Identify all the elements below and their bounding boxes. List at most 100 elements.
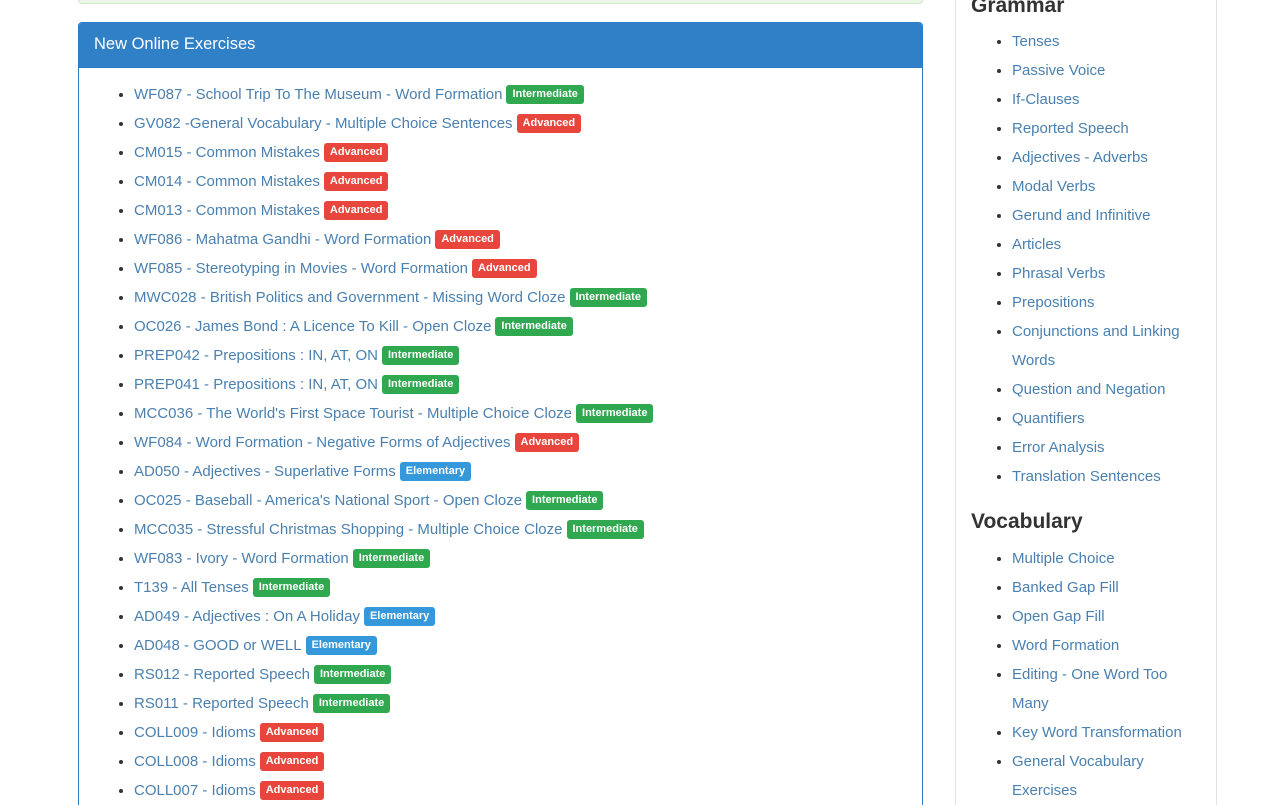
list-item: MCC035 - Stressful Christmas Shopping - … [134, 515, 907, 544]
list-item: Prepositions [1012, 288, 1201, 317]
sidebar-item-editing-one-word-too-many[interactable]: Editing - One Word Too Many [1012, 666, 1167, 712]
list-item: AD048 - GOOD or WELLElementary [134, 631, 907, 660]
exercise-link[interactable]: CM014 - Common Mistakes [134, 173, 320, 190]
level-badge: Advanced [324, 143, 389, 162]
sidebar-item-word-formation[interactable]: Word Formation [1012, 637, 1119, 654]
sidebar-item-banked-gap-fill[interactable]: Banked Gap Fill [1012, 579, 1119, 596]
level-badge: Intermediate [313, 694, 390, 713]
sidebar-item-question-and-negation[interactable]: Question and Negation [1012, 381, 1165, 398]
list-item: Open Gap Fill [1012, 602, 1201, 631]
list-item: Multiple Choice [1012, 544, 1201, 573]
list-item: T139 - All TensesIntermediate [134, 573, 907, 602]
list-item: Gerund and Infinitive [1012, 201, 1201, 230]
level-badge: Advanced [324, 172, 389, 191]
level-badge: Advanced [260, 752, 325, 771]
list-item: Word Formation [1012, 631, 1201, 660]
sidebar: Grammar Tenses Passive Voice If-Clauses Repo… [955, 0, 1217, 805]
exercise-link[interactable]: COLL009 - Idioms [134, 724, 256, 741]
exercise-link[interactable]: CM015 - Common Mistakes [134, 144, 320, 161]
level-badge: Intermediate [314, 665, 391, 684]
sidebar-item-key-word-transformation[interactable]: Key Word Transformation [1012, 724, 1182, 741]
sidebar-item-general-vocabulary-exercises[interactable]: General Vocabulary Exercises [1012, 753, 1144, 799]
level-badge: Intermediate [495, 317, 572, 336]
panel-header: New Online Exercises [79, 23, 922, 68]
sidebar-item-reported-speech[interactable]: Reported Speech [1012, 120, 1129, 137]
level-badge: Advanced [515, 433, 580, 452]
previous-panel-bottom-edge [78, 0, 923, 4]
sidebar-item-conjunctions-and-linking-words[interactable]: Conjunctions and Linking Words [1012, 323, 1180, 369]
sidebar-item-tenses[interactable]: Tenses [1012, 33, 1060, 50]
list-item: WF087 - School Trip To The Museum - Word… [134, 80, 907, 109]
exercise-link[interactable]: PREP042 - Prepositions : IN, AT, ON [134, 347, 378, 364]
exercise-list: WF087 - School Trip To The Museum - Word… [94, 80, 907, 805]
exercise-link[interactable]: RS011 - Reported Speech [134, 695, 309, 712]
sidebar-item-error-analysis[interactable]: Error Analysis [1012, 439, 1105, 456]
exercise-link[interactable]: WF083 - Ivory - Word Formation [134, 550, 349, 567]
sidebar-item-gerund-and-infinitive[interactable]: Gerund and Infinitive [1012, 207, 1150, 224]
level-badge: Advanced [517, 114, 582, 133]
list-item: MWC028 - British Politics and Government… [134, 283, 907, 312]
sidebar-item-passive-voice[interactable]: Passive Voice [1012, 62, 1105, 79]
sidebar-item-translation-sentences[interactable]: Translation Sentences [1012, 468, 1161, 485]
exercise-link[interactable]: COLL008 - Idioms [134, 753, 256, 770]
exercise-link[interactable]: T139 - All Tenses [134, 579, 249, 596]
sidebar-item-prepositions[interactable]: Prepositions [1012, 294, 1095, 311]
list-item: Tenses [1012, 27, 1201, 56]
level-badge: Intermediate [253, 578, 330, 597]
level-badge: Intermediate [570, 288, 647, 307]
exercise-link[interactable]: OC025 - Baseball - America's National Sp… [134, 492, 522, 509]
list-item: Phrasal Verbs [1012, 259, 1201, 288]
exercise-link[interactable]: MWC028 - British Politics and Government… [134, 289, 566, 306]
exercise-link[interactable]: AD048 - GOOD or WELL [134, 637, 302, 654]
exercise-link[interactable]: GV082 -General Vocabulary - Multiple Cho… [134, 115, 513, 132]
exercise-link[interactable]: MCC036 - The World's First Space Tourist… [134, 405, 572, 422]
sidebar-item-modal-verbs[interactable]: Modal Verbs [1012, 178, 1095, 195]
categories-panel: Grammar Tenses Passive Voice If-Clauses Repo… [955, 0, 1217, 805]
sidebar-item-adjectives-adverbs[interactable]: Adjectives - Adverbs [1012, 149, 1148, 166]
exercise-link[interactable]: CM013 - Common Mistakes [134, 202, 320, 219]
page-title: New Online Exercises [94, 34, 907, 55]
sidebar-item-multiple-choice[interactable]: Multiple Choice [1012, 550, 1115, 567]
level-badge: Advanced [260, 781, 325, 800]
sidebar-item-if-clauses[interactable]: If-Clauses [1012, 91, 1080, 108]
exercise-link[interactable]: WF085 - Stereotyping in Movies - Word Fo… [134, 260, 468, 277]
exercise-link[interactable]: COLL007 - Idioms [134, 782, 256, 799]
level-badge: Intermediate [506, 85, 583, 104]
sidebar-item-phrasal-verbs[interactable]: Phrasal Verbs [1012, 265, 1105, 282]
panel-body: WF087 - School Trip To The Museum - Word… [79, 68, 922, 805]
exercise-link[interactable]: WF087 - School Trip To The Museum - Word… [134, 86, 502, 103]
list-item: OC026 - James Bond : A Licence To Kill -… [134, 312, 907, 341]
exercise-link[interactable]: RS012 - Reported Speech [134, 666, 310, 683]
list-item: OC025 - Baseball - America's National Sp… [134, 486, 907, 515]
list-item: PREP041 - Prepositions : IN, AT, ONInter… [134, 370, 907, 399]
exercise-link[interactable]: PREP041 - Prepositions : IN, AT, ON [134, 376, 378, 393]
list-item: Key Word Transformation [1012, 718, 1201, 747]
exercise-link[interactable]: WF086 - Mahatma Gandhi - Word Formation [134, 231, 431, 248]
sidebar-section-heading-grammar: Grammar [971, 0, 1201, 19]
list-item: Reported Speech [1012, 114, 1201, 143]
list-item: WF084 - Word Formation - Negative Forms … [134, 428, 907, 457]
list-item: Translation Sentences [1012, 462, 1201, 491]
list-item: COLL008 - IdiomsAdvanced [134, 747, 907, 776]
list-item: CM013 - Common MistakesAdvanced [134, 196, 907, 225]
list-item: AD050 - Adjectives - Superlative FormsEl… [134, 457, 907, 486]
sidebar-section-heading-vocabulary: Vocabulary [971, 509, 1201, 535]
exercise-link[interactable]: MCC035 - Stressful Christmas Shopping - … [134, 521, 563, 538]
level-badge: Elementary [306, 636, 377, 655]
exercise-link[interactable]: AD050 - Adjectives - Superlative Forms [134, 463, 396, 480]
list-item: General Vocabulary Exercises [1012, 747, 1201, 805]
list-item: Adjectives - Adverbs [1012, 143, 1201, 172]
sidebar-item-articles[interactable]: Articles [1012, 236, 1061, 253]
new-online-exercises-panel: New Online Exercises WF087 - School Trip… [78, 22, 923, 805]
exercise-link[interactable]: OC026 - James Bond : A Licence To Kill -… [134, 318, 491, 335]
list-item: Error Analysis [1012, 433, 1201, 462]
exercise-link[interactable]: AD049 - Adjectives : On A Holiday [134, 608, 360, 625]
page-root: New Online Exercises WF087 - School Trip… [0, 0, 1268, 805]
list-item: CM014 - Common MistakesAdvanced [134, 167, 907, 196]
exercise-link[interactable]: WF084 - Word Formation - Negative Forms … [134, 434, 511, 451]
sidebar-item-quantifiers[interactable]: Quantifiers [1012, 410, 1085, 427]
list-item: GV082 -General Vocabulary - Multiple Cho… [134, 109, 907, 138]
level-badge: Elementary [400, 462, 471, 481]
list-item: PREP042 - Prepositions : IN, AT, ONInter… [134, 341, 907, 370]
sidebar-item-open-gap-fill[interactable]: Open Gap Fill [1012, 608, 1105, 625]
